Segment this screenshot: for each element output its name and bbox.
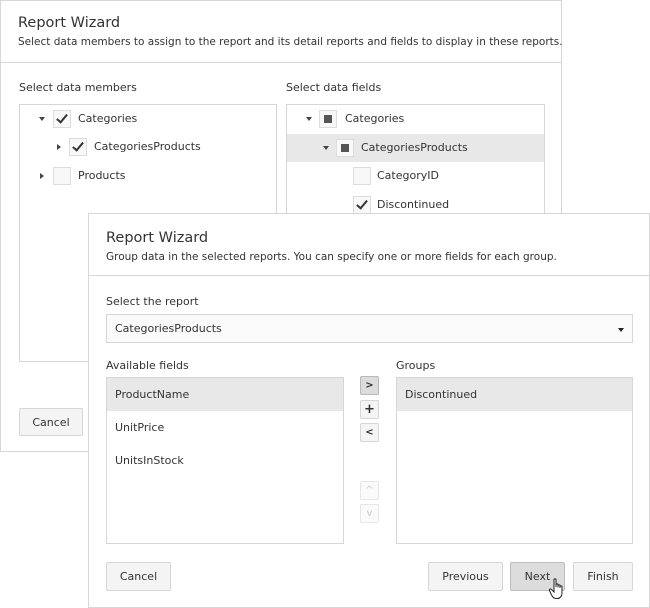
groups-label: Groups [396,359,436,372]
tree-node-label: Categories [345,112,405,125]
expand-arrow-icon[interactable] [306,117,312,121]
available-fields-list: ProductName UnitPrice UnitsInStock [106,377,344,544]
move-up-button[interactable]: ^ [360,481,379,500]
dialog-title: Report Wizard [106,230,209,246]
dialog-header: Report Wizard Select data members to ass… [1,1,563,63]
tree-node-label: Discontinued [377,198,450,211]
remove-from-group-button[interactable]: < [360,423,379,442]
report-select-value: CategoriesProducts [115,322,222,335]
groups-list: Discontinued [396,377,633,544]
dialog-title: Report Wizard [18,15,121,31]
collapse-arrow-icon[interactable] [40,173,44,179]
dialog-subtitle: Group data in the selected reports. You … [106,251,557,263]
list-item[interactable]: UnitsInStock [107,444,343,477]
tree-node-categoriesproducts[interactable]: CategoriesProducts [287,134,544,162]
report-select[interactable]: CategoriesProducts [106,314,633,343]
checkbox-unchecked[interactable] [53,167,71,185]
tree-node-label: CategoriesProducts [94,140,201,153]
finish-button[interactable]: Finish [573,562,633,591]
tree-node-categories[interactable]: Categories [20,105,276,133]
expand-arrow-icon[interactable] [39,117,45,121]
tree-node-label: CategoriesProducts [361,141,468,154]
tree-node-categories[interactable]: Categories [287,105,544,133]
tree-node-label: Categories [78,112,138,125]
add-to-group-button[interactable]: > [360,376,379,395]
dialog-header: Report Wizard Group data in the selected… [89,214,649,276]
hand-cursor-icon [548,578,563,599]
tree-node-label: Products [78,169,126,182]
tree-node-categoryid[interactable]: CategoryID [287,162,544,190]
data-fields-label: Select data fields [286,81,382,94]
tree-node-label: CategoryID [377,169,439,182]
cancel-button[interactable]: Cancel [19,408,83,436]
checkbox-indeterminate[interactable] [336,139,354,157]
collapse-arrow-icon[interactable] [57,144,61,150]
tree-node-categoriesproducts[interactable]: CategoriesProducts [20,133,276,161]
available-fields-label: Available fields [106,359,189,372]
checkbox-checked[interactable] [353,196,371,214]
tree-node-products[interactable]: Products [20,162,276,190]
previous-button[interactable]: Previous [428,562,503,591]
cancel-button[interactable]: Cancel [106,562,171,591]
expand-arrow-icon[interactable] [323,146,329,150]
move-down-button[interactable]: v [360,504,379,523]
dropdown-arrow-icon[interactable] [618,328,624,332]
dialog-subtitle: Select data members to assign to the rep… [18,36,563,48]
data-members-label: Select data members [19,81,137,94]
list-item[interactable]: ProductName [107,378,343,411]
list-item[interactable]: UnitPrice [107,411,343,444]
report-wizard-dialog-front: Report Wizard Group data in the selected… [88,213,650,608]
checkbox-checked[interactable] [53,110,71,128]
checkbox-checked[interactable] [69,138,87,156]
checkbox-unchecked[interactable] [353,167,371,185]
list-item[interactable]: Discontinued [397,378,632,411]
combine-group-button[interactable]: + [360,400,379,419]
select-report-label: Select the report [106,295,199,308]
checkbox-indeterminate[interactable] [319,110,337,128]
